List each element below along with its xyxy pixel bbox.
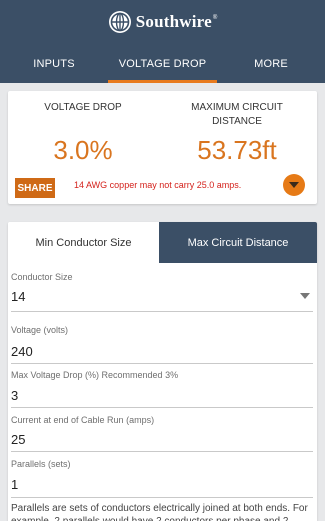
tab-voltage-drop[interactable]: VOLTAGE DROP <box>108 44 217 83</box>
voltage-drop-label: VOLTAGE DROP <box>44 102 122 113</box>
brand-logo: Southwire ® <box>0 7 325 37</box>
max-drop-label: Max Voltage Drop (%) Recommended 3% <box>11 370 179 380</box>
parallels-note: Parallels are sets of conductors electri… <box>11 503 308 521</box>
conductor-size-label: Conductor Size <box>11 272 73 282</box>
results-card: VOLTAGE DROP MAXIMUM CIRCUIT DISTANCE 3.… <box>8 91 317 204</box>
main-tabs: INPUTS VOLTAGE DROP MORE <box>0 44 325 83</box>
min-conductor-size-option[interactable]: Min Conductor Size <box>8 222 159 263</box>
brand-name: Southwire <box>135 12 212 31</box>
max-drop-underline <box>11 407 313 408</box>
registered-mark: ® <box>212 15 218 21</box>
tab-inputs[interactable]: INPUTS <box>0 44 108 83</box>
app-header: Southwire ® INPUTS VOLTAGE DROP MORE <box>0 0 325 83</box>
voltage-input[interactable]: 240 <box>11 344 33 359</box>
parallels-underline <box>11 497 313 498</box>
current-label: Current at end of Cable Run (amps) <box>11 415 155 425</box>
current-input[interactable]: 25 <box>11 432 25 447</box>
max-circuit-distance-option[interactable]: Max Circuit Distance <box>159 222 317 263</box>
max-distance-label: MAXIMUM CIRCUIT DISTANCE <box>191 102 283 127</box>
ampacity-warning: 14 AWG copper may not carry 25.0 amps. <box>74 180 242 190</box>
max-drop-input[interactable]: 3 <box>11 388 18 403</box>
parallels-label: Parallels (sets) <box>11 459 71 469</box>
voltage-underline <box>11 363 313 364</box>
voltage-label: Voltage (volts) <box>11 325 69 335</box>
voltage-drop-value: 3.0% <box>53 135 113 165</box>
dropdown-arrow-icon[interactable] <box>300 293 310 299</box>
parallels-input[interactable]: 1 <box>11 477 18 492</box>
chevron-down-icon <box>289 182 299 188</box>
expand-button[interactable] <box>283 174 305 196</box>
current-underline <box>11 451 313 452</box>
mode-toggle: Min Conductor Size Max Circuit Distance <box>8 222 317 263</box>
max-distance-value: 53.73ft <box>197 135 277 165</box>
conductor-size-select[interactable]: 14 <box>11 289 25 304</box>
conductor-size-underline <box>11 311 313 312</box>
southwire-globe-icon <box>108 11 131 33</box>
inputs-card: Min Conductor Size Max Circuit Distance … <box>8 222 317 521</box>
share-button[interactable]: SHARE <box>15 178 55 198</box>
tab-more[interactable]: MORE <box>217 44 325 83</box>
